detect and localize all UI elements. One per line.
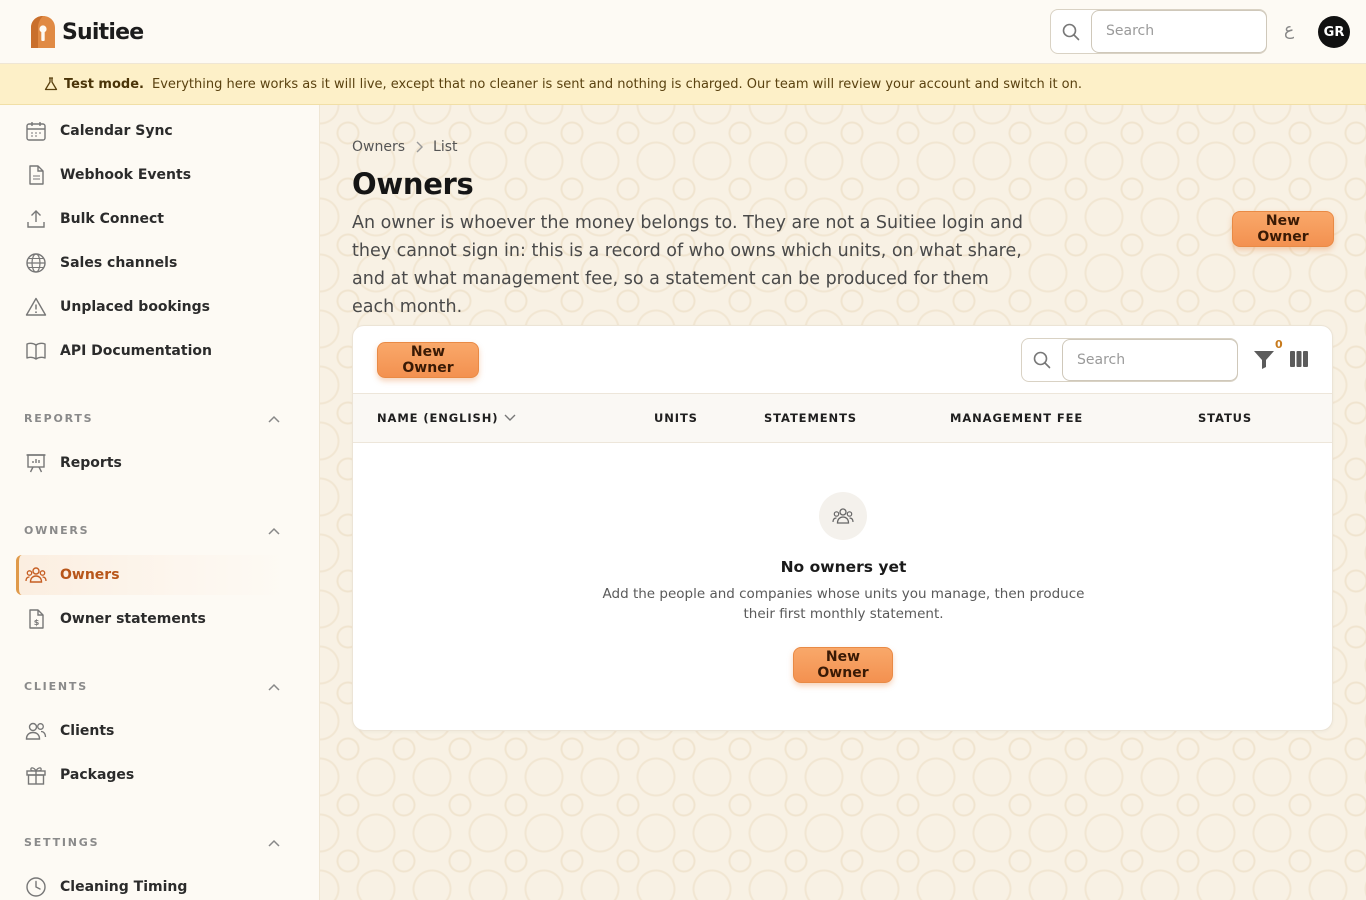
column-header-statements[interactable]: STATEMENTS — [764, 411, 857, 425]
sidebar-item-label: Clients — [60, 723, 115, 739]
svg-text:$: $ — [34, 618, 40, 627]
column-label: STATUS — [1198, 411, 1253, 425]
sidebar-item-clients[interactable]: Clients — [16, 711, 288, 751]
banner-title: Test mode. — [64, 76, 144, 92]
sidebar-item-label: Calendar Sync — [60, 123, 173, 139]
sidebar-item-unplaced-bookings[interactable]: Unplaced bookings — [16, 287, 288, 327]
table-toolbar: New Owner Search 0 — [353, 326, 1332, 394]
app-name: Suitiee — [62, 19, 144, 45]
sidebar-item-label: Cleaning Timing — [60, 879, 188, 895]
column-label: UNITS — [654, 411, 698, 425]
breadcrumb-owners-link[interactable]: Owners — [352, 139, 405, 155]
sidebar-item-label: Sales channels — [60, 255, 178, 271]
section-header-owners[interactable]: OWNERS — [24, 524, 280, 537]
warning-icon — [24, 295, 48, 319]
table-search-input[interactable]: Search — [1062, 339, 1238, 381]
globe-icon — [24, 251, 48, 275]
chevron-up-icon — [268, 683, 280, 691]
app-logo[interactable]: Suitiee — [30, 15, 144, 49]
search-icon — [1051, 10, 1091, 53]
keyhole-logo-icon — [31, 16, 55, 48]
sidebar-item-label: Owners — [60, 567, 120, 583]
book-icon — [24, 339, 48, 363]
flask-icon — [44, 77, 58, 91]
section-header-reports[interactable]: REPORTS — [24, 412, 280, 425]
users-icon — [24, 719, 48, 743]
breadcrumb: Owners List — [352, 139, 458, 155]
section-label: CLIENTS — [24, 680, 88, 693]
document-icon — [24, 163, 48, 187]
filter-icon[interactable] — [1253, 348, 1275, 370]
table-header: NAME (ENGLISH) UNITS STATEMENTS MANAGEME… — [353, 394, 1332, 443]
global-search-input[interactable]: Search — [1091, 10, 1267, 53]
main-content: Owners List Owners An owner is whoever t… — [320, 105, 1366, 900]
sidebar-item-sales-channels[interactable]: Sales channels — [16, 243, 288, 283]
global-search[interactable]: Search — [1050, 9, 1267, 54]
sidebar-item-label: Owner statements — [60, 611, 206, 627]
sidebar-item-label: Unplaced bookings — [60, 299, 210, 315]
empty-state-description: Add the people and companies whose units… — [602, 586, 1085, 622]
page-title: Owners — [352, 167, 474, 201]
owners-empty-icon — [819, 492, 867, 540]
column-label: MANAGEMENT FEE — [950, 411, 1084, 425]
filter-count-badge: 0 — [1275, 338, 1283, 351]
search-icon — [1022, 339, 1062, 381]
chevron-up-icon — [268, 527, 280, 535]
sidebar-item-cleaning-timing[interactable]: Cleaning Timing — [16, 867, 288, 900]
column-label: STATEMENTS — [764, 411, 857, 425]
empty-state-title: No owners yet — [780, 558, 907, 576]
sidebar-item-owner-statements[interactable]: $ Owner statements — [16, 599, 288, 639]
users-group-icon — [24, 563, 48, 587]
breadcrumb-current: List — [433, 139, 458, 155]
column-header-name[interactable]: NAME (ENGLISH) — [377, 411, 516, 425]
top-bar: Suitiee Search ع GR — [0, 0, 1366, 64]
language-toggle[interactable]: ع — [1284, 20, 1294, 40]
section-label: SETTINGS — [24, 836, 100, 849]
chevron-up-icon — [268, 415, 280, 423]
section-label: REPORTS — [24, 412, 94, 425]
columns-icon[interactable] — [1289, 350, 1309, 368]
new-owner-toolbar-button[interactable]: New Owner — [377, 342, 479, 378]
new-owner-header-button[interactable]: New Owner — [1232, 211, 1334, 247]
clock-icon — [24, 875, 48, 899]
owners-table-card: New Owner Search 0 NAME (ENGLISH) UNITS … — [352, 325, 1333, 731]
new-owner-empty-button[interactable]: New Owner — [793, 647, 893, 683]
section-header-clients[interactable]: CLIENTS — [24, 680, 280, 693]
sidebar: Calendar Sync Webhook Events Bulk Connec… — [0, 105, 320, 900]
sidebar-item-calendar-sync[interactable]: Calendar Sync — [16, 111, 288, 151]
page-description: An owner is whoever the money belongs to… — [352, 213, 1023, 317]
sidebar-item-bulk-connect[interactable]: Bulk Connect — [16, 199, 288, 239]
upload-icon — [24, 207, 48, 231]
sidebar-item-owners[interactable]: Owners — [16, 555, 288, 595]
column-header-status[interactable]: STATUS — [1198, 411, 1252, 425]
column-header-management-fee[interactable]: MANAGEMENT FEE — [950, 411, 1083, 425]
section-header-settings[interactable]: SETTINGS — [24, 836, 280, 849]
column-label: NAME (ENGLISH) — [377, 411, 499, 425]
sidebar-item-label: Webhook Events — [60, 167, 192, 183]
sidebar-item-label: API Documentation — [60, 343, 212, 359]
presentation-chart-icon — [24, 451, 48, 475]
sidebar-item-label: Reports — [60, 455, 122, 471]
test-mode-banner: Test mode. Everything here works as it w… — [0, 64, 1366, 105]
sidebar-item-webhook-events[interactable]: Webhook Events — [16, 155, 288, 195]
table-search[interactable]: Search — [1021, 338, 1238, 382]
sidebar-item-label: Packages — [60, 767, 135, 783]
user-avatar[interactable]: GR — [1318, 16, 1350, 48]
gift-icon — [24, 763, 48, 787]
calendar-icon — [24, 119, 48, 143]
sidebar-item-packages[interactable]: Packages — [16, 755, 288, 795]
chevron-down-icon — [504, 414, 516, 421]
banner-message: Everything here works as it will live, e… — [151, 76, 1083, 92]
column-header-units[interactable]: UNITS — [654, 411, 698, 425]
invoice-icon: $ — [24, 607, 48, 631]
sidebar-item-label: Bulk Connect — [60, 211, 164, 227]
chevron-up-icon — [268, 839, 280, 847]
sidebar-item-api-documentation[interactable]: API Documentation — [16, 331, 288, 371]
section-label: OWNERS — [24, 524, 90, 537]
sidebar-item-reports[interactable]: Reports — [16, 443, 288, 483]
chevron-right-icon — [416, 141, 424, 153]
